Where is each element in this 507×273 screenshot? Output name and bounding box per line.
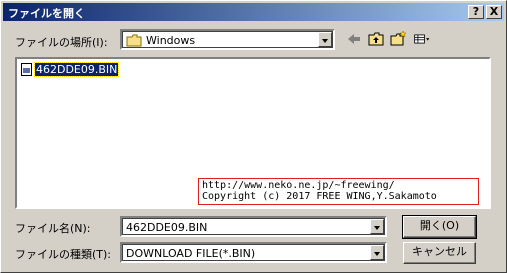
- close-button[interactable]: X: [486, 5, 502, 19]
- chevron-down-icon[interactable]: [370, 245, 384, 260]
- chevron-down-icon[interactable]: [370, 219, 384, 234]
- view-menu-icon[interactable]: [413, 30, 431, 48]
- filetype-dropdown[interactable]: DOWNLOAD FILE(*.BIN): [120, 242, 387, 263]
- window-title: ファイルを開く: [8, 7, 85, 20]
- filetype-label: ファイルの種類(T):: [15, 248, 112, 261]
- copyright-overlay: http://www.neko.ne.jp/~freewing/ Copyrig…: [198, 178, 479, 205]
- open-button[interactable]: 開く(O): [402, 215, 477, 239]
- cancel-button[interactable]: キャンセル: [403, 242, 476, 264]
- up-folder-icon[interactable]: [367, 30, 385, 48]
- file-icon: [21, 63, 32, 76]
- filename-input[interactable]: 462DDE09.BIN: [120, 216, 387, 237]
- chevron-down-icon[interactable]: [318, 32, 332, 47]
- help-button[interactable]: ?: [468, 5, 484, 19]
- file-name: 462DDE09.BIN: [33, 62, 120, 77]
- folder-icon: [126, 34, 142, 47]
- open-file-dialog: ファイルを開く ? X ファイルの場所(I): Windows 462DDE09…: [0, 0, 507, 273]
- lookin-label: ファイルの場所(I):: [15, 36, 108, 49]
- lookin-dropdown[interactable]: Windows: [120, 29, 335, 50]
- title-bar[interactable]: ファイルを開く ? X: [3, 3, 504, 21]
- lookin-value: Windows: [146, 34, 196, 47]
- filetype-value: DOWNLOAD FILE(*.BIN): [126, 247, 256, 260]
- watermark-url: http://www.neko.ne.jp/~freewing/: [202, 180, 395, 191]
- new-folder-icon[interactable]: [389, 30, 407, 48]
- filename-value: 462DDE09.BIN: [126, 221, 208, 234]
- watermark-copyright: Copyright (c) 2017 FREE WING,Y.Sakamoto: [202, 191, 437, 202]
- filename-label: ファイル名(N):: [15, 222, 91, 235]
- back-arrow-icon[interactable]: [345, 30, 363, 48]
